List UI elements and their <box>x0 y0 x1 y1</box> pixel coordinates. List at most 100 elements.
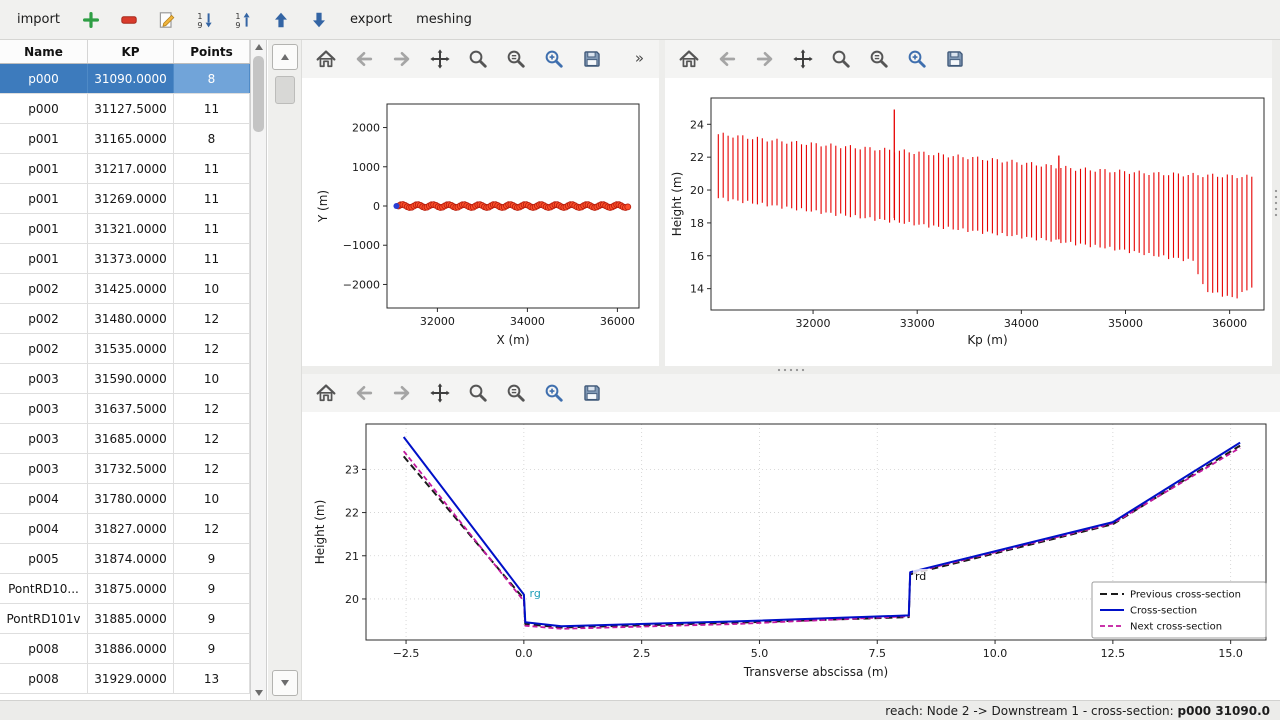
table-row[interactable]: p00331590.000010 <box>0 364 250 394</box>
zoom-button[interactable] <box>464 379 492 407</box>
table-row[interactable]: p00231480.000012 <box>0 304 250 334</box>
table-row[interactable]: p00431780.000010 <box>0 484 250 514</box>
table-row[interactable]: p00531874.00009 <box>0 544 250 574</box>
table-row[interactable]: p00131217.000011 <box>0 154 250 184</box>
home-button[interactable] <box>675 45 703 73</box>
back-button[interactable] <box>350 45 378 73</box>
svg-text:15.0: 15.0 <box>1218 647 1243 660</box>
svg-text:0.0: 0.0 <box>515 647 533 660</box>
forward-button[interactable] <box>751 45 779 73</box>
save-button[interactable] <box>578 45 606 73</box>
profile-view-canvas[interactable]: 3200033000340003500036000141618202224Kp … <box>665 78 1272 366</box>
subplots-icon <box>505 48 527 70</box>
plan-view-canvas[interactable]: 320003400036000−2000−1000010002000X (m)Y… <box>302 78 659 366</box>
status-bar: reach: Node 2 -> Downstream 1 - cross-se… <box>0 700 1280 720</box>
edit-button[interactable] <box>151 5 183 35</box>
subplots-button[interactable] <box>502 45 530 73</box>
sort-ascending-button[interactable]: 19 <box>227 5 259 35</box>
panel-scrollbar-thumb[interactable] <box>275 76 295 104</box>
svg-text:2000: 2000 <box>352 122 380 135</box>
back-button[interactable] <box>350 379 378 407</box>
table-row[interactable]: p00131269.000011 <box>0 184 250 214</box>
table-row[interactable]: p00231425.000010 <box>0 274 250 304</box>
table-row[interactable]: p00431827.000012 <box>0 514 250 544</box>
save-button[interactable] <box>941 45 969 73</box>
table-row[interactable]: p00131165.00008 <box>0 124 250 154</box>
pan-button[interactable] <box>426 45 454 73</box>
zoom-button[interactable] <box>827 45 855 73</box>
column-header-name[interactable]: Name <box>0 40 88 63</box>
zoom-icon <box>830 48 852 70</box>
forward-button[interactable] <box>388 379 416 407</box>
panel-scrollbar[interactable] <box>268 40 302 700</box>
add-cross-section-button[interactable] <box>75 5 107 35</box>
horizontal-splitter[interactable] <box>302 366 1280 374</box>
home-button[interactable] <box>312 379 340 407</box>
customize-button[interactable] <box>540 45 568 73</box>
table-row[interactable]: p00331685.000012 <box>0 424 250 454</box>
import-button[interactable]: import <box>8 5 69 35</box>
customize-button[interactable] <box>903 45 931 73</box>
toolbar-overflow-chevron[interactable]: » <box>635 49 649 70</box>
svg-text:14: 14 <box>690 283 704 296</box>
svg-text:23: 23 <box>345 463 359 476</box>
column-header-kp[interactable]: KP <box>88 40 174 63</box>
table-cell: 11 <box>174 154 250 183</box>
table-scroll-up-button[interactable] <box>251 40 266 54</box>
table-scrollbar-thumb[interactable] <box>253 56 264 132</box>
save-button[interactable] <box>578 379 606 407</box>
cross-section-canvas[interactable]: rgrd−2.50.02.55.07.510.012.515.020212223… <box>302 412 1280 700</box>
table-row[interactable]: p00831886.00009 <box>0 634 250 664</box>
svg-text:Kp (m): Kp (m) <box>967 333 1007 347</box>
svg-text:9: 9 <box>235 20 240 29</box>
application-window: import 19 19 export meshing <box>0 0 1280 720</box>
right-splitter[interactable] <box>1272 40 1280 366</box>
table-row[interactable]: p00231535.000012 <box>0 334 250 364</box>
zoom-button[interactable] <box>464 45 492 73</box>
svg-text:Cross-section: Cross-section <box>1130 606 1197 617</box>
table-cell: p003 <box>0 364 88 393</box>
pan-button[interactable] <box>789 45 817 73</box>
table-scrollbar[interactable] <box>251 40 266 700</box>
subplots-button[interactable] <box>865 45 893 73</box>
svg-text:Previous cross-section: Previous cross-section <box>1130 590 1241 601</box>
table-cell: 11 <box>174 94 250 123</box>
table-row[interactable]: p00331637.500012 <box>0 394 250 424</box>
table-row[interactable]: p00831929.000013 <box>0 664 250 694</box>
column-header-points[interactable]: Points <box>174 40 250 63</box>
panel-scroll-up-button[interactable] <box>272 44 298 70</box>
svg-text:1: 1 <box>197 11 202 20</box>
svg-text:7.5: 7.5 <box>869 647 887 660</box>
home-button[interactable] <box>312 45 340 73</box>
table-row[interactable]: PontRD101v31885.00009 <box>0 604 250 634</box>
pan-button[interactable] <box>426 379 454 407</box>
subplots-button[interactable] <box>502 379 530 407</box>
export-button[interactable]: export <box>341 5 401 35</box>
table-row[interactable]: p00031090.00008 <box>0 64 250 94</box>
meshing-button[interactable]: meshing <box>407 5 481 35</box>
table-row[interactable]: p00331732.500012 <box>0 454 250 484</box>
table-cell: 31217.0000 <box>88 154 174 183</box>
table-row[interactable]: p00031127.500011 <box>0 94 250 124</box>
svg-text:20: 20 <box>690 184 704 197</box>
table-cell: 31090.0000 <box>88 64 174 93</box>
forward-button[interactable] <box>388 45 416 73</box>
table-row[interactable]: p00131373.000011 <box>0 244 250 274</box>
move-down-button[interactable] <box>303 5 335 35</box>
sort-descending-button[interactable]: 19 <box>189 5 221 35</box>
back-icon <box>353 382 375 404</box>
table-cell: 31637.5000 <box>88 394 174 423</box>
back-button[interactable] <box>713 45 741 73</box>
svg-text:−2000: −2000 <box>343 278 380 291</box>
table-scroll-down-button[interactable] <box>251 686 266 700</box>
remove-cross-section-button[interactable] <box>113 5 145 35</box>
panel-scroll-down-button[interactable] <box>272 670 298 696</box>
svg-text:rg: rg <box>530 587 541 600</box>
plan-view-figure: » 320003400036000−2000−1000010002000X (m… <box>302 40 659 366</box>
table-row[interactable]: p00131321.000011 <box>0 214 250 244</box>
move-up-button[interactable] <box>265 5 297 35</box>
forward-icon <box>391 48 413 70</box>
table-cell: p001 <box>0 124 88 153</box>
customize-button[interactable] <box>540 379 568 407</box>
table-row[interactable]: PontRD10...31875.00009 <box>0 574 250 604</box>
